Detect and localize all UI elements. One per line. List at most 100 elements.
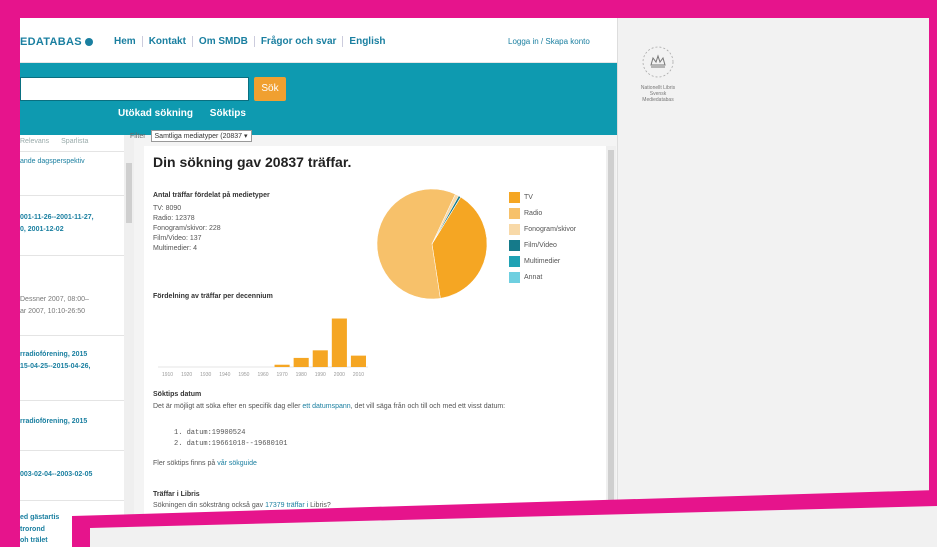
divider xyxy=(20,335,124,336)
page-title: Din sökning gav 20837 träffar. xyxy=(153,154,352,170)
tick-label-1910: 1910 xyxy=(162,372,173,378)
example-2: 2. datum:19661018--19680101 xyxy=(174,440,288,448)
logo-dot-icon xyxy=(84,38,93,47)
tick-label-1920: 1920 xyxy=(181,372,192,378)
legend-item: Fonogram/skivor xyxy=(509,222,576,236)
mediatype-select[interactable]: Samtliga mediatyper (20837 ▾ xyxy=(150,130,252,142)
search-guide-link[interactable]: vår sökguide xyxy=(217,460,257,467)
date-range-link[interactable]: ett datumspann xyxy=(302,403,350,410)
list-item[interactable]: oh trälet xyxy=(20,536,124,546)
search-tips-link[interactable]: Söktips xyxy=(210,108,246,119)
tick-label-2010: 2010 xyxy=(353,372,364,378)
mediatype-pie-chart xyxy=(376,188,488,300)
results-tabs: Relevans Sparlista xyxy=(20,135,124,152)
libris-heading: Träffar i Libris xyxy=(153,491,200,498)
search-links: Utökad sökning Söktips xyxy=(118,108,260,119)
soktips-text: Det är möjligt att söka efter en specifi… xyxy=(153,403,506,410)
list-item[interactable]: ande dagsperspektiv xyxy=(20,157,124,167)
legend-item: Annat xyxy=(509,270,576,284)
more-tips: Fler söktips finns på vår sökguide xyxy=(153,460,257,467)
date-examples: 1. datum:19900524 2. datum:19661018--196… xyxy=(174,428,287,450)
example-1: 1. datum:19900524 xyxy=(174,429,246,437)
login-link[interactable]: Logga in / Skapa konto xyxy=(508,37,590,46)
legend-swatch xyxy=(509,207,520,219)
filter-bar: Filter Samtliga mediatyper (20837 ▾ xyxy=(130,130,252,142)
list-item[interactable]: ar 2007, 10:10-26:50 xyxy=(20,307,124,317)
tab-sparlista[interactable]: Sparlista xyxy=(61,138,88,145)
scrollbar-thumb[interactable] xyxy=(608,150,614,520)
list-item[interactable]: rradioförening, 2015 xyxy=(20,417,124,427)
divider xyxy=(20,255,124,256)
divider xyxy=(20,450,124,451)
search-bar: Sök Utökad sökning Söktips xyxy=(20,63,617,135)
legend-item: Film/Video xyxy=(509,238,576,252)
bar-2010 xyxy=(350,355,366,367)
bar-1980 xyxy=(293,357,309,367)
tick-label-1990: 1990 xyxy=(315,372,326,378)
legend-swatch xyxy=(509,223,520,235)
advanced-search-link[interactable]: Utökad sökning xyxy=(118,108,193,119)
stat-multimedier: Multimedier: 4 xyxy=(153,245,197,252)
bar-2000 xyxy=(331,318,347,367)
libris-text: Sökningen din söksträng också gav 17379 … xyxy=(153,502,331,509)
list-item[interactable]: 15-04-25--2015-04-26, xyxy=(20,362,124,372)
stat-film: Film/Video: 137 xyxy=(153,235,202,242)
nav-kontakt[interactable]: Kontakt xyxy=(143,36,193,47)
divider xyxy=(20,151,124,152)
bar-1970 xyxy=(274,364,290,367)
frame-left xyxy=(0,0,20,547)
nav-fragor[interactable]: Frågor och svar xyxy=(255,36,344,47)
page-scrollbar[interactable] xyxy=(606,146,616,547)
browser-viewport: EDATABAS Hem Kontakt Om SMDB Frågor och … xyxy=(20,18,929,547)
decade-bar-chart: 1910 1920 1930 1940 1950 1960 1970 1980 1990 2000… xyxy=(158,318,368,378)
nav-om-smdb[interactable]: Om SMDB xyxy=(193,36,255,47)
legend-swatch xyxy=(509,191,520,203)
libris-link[interactable]: 17379 träffar i xyxy=(265,502,308,509)
search-input[interactable] xyxy=(20,77,249,101)
nav-hem[interactable]: Hem xyxy=(108,36,143,47)
list-item[interactable]: trorond xyxy=(20,525,124,535)
legend-swatch xyxy=(509,239,520,251)
list-item[interactable]: 0, 2001-12-02 xyxy=(20,225,124,235)
crown-emblem-icon xyxy=(642,46,674,78)
stats-heading: Antal träffar fördelat på medietyper xyxy=(153,192,270,199)
logo-caption-2: Svensk Mediedatabas xyxy=(642,91,674,103)
tick-label-1960: 1960 xyxy=(257,372,268,378)
tick-label-1980: 1980 xyxy=(296,372,307,378)
legend-swatch xyxy=(509,271,520,283)
legend-item: Multimedier xyxy=(509,254,576,268)
stats-list: TV: 8090 Radio: 12378 Fonogram/skivor: 2… xyxy=(153,204,221,254)
stat-fonogram: Fonogram/skivor: 228 xyxy=(153,225,221,232)
tab-relevans[interactable]: Relevans xyxy=(20,138,49,145)
bar-1990 xyxy=(312,350,328,367)
search-button[interactable]: Sök xyxy=(254,77,286,101)
chart-legend: TV Radio Fonogram/skivor Film/Video Mult… xyxy=(509,190,576,286)
divider xyxy=(20,195,124,196)
filter-label: Filter xyxy=(130,133,146,140)
site-logo[interactable]: EDATABAS xyxy=(20,36,93,48)
list-item[interactable]: 003-02-04--2003-02-05 xyxy=(20,470,124,480)
site-header: EDATABAS Hem Kontakt Om SMDB Frågor och … xyxy=(20,18,617,63)
results-summary: Din sökning gav 20837 träffar. Antal trä… xyxy=(144,146,606,547)
results-list: Relevans Sparlista ande dagsperspektiv 0… xyxy=(20,135,125,547)
tick-label-1930: 1930 xyxy=(200,372,211,378)
results-scrollbar[interactable] xyxy=(124,135,134,547)
tick-label-1950: 1950 xyxy=(238,372,249,378)
soktips-heading: Söktips datum xyxy=(153,391,202,398)
main-nav: Hem Kontakt Om SMDB Frågor och svar Engl… xyxy=(108,36,392,47)
side-panel: Nationellt Libris Svensk Mediedatabas xyxy=(617,18,929,547)
frame-right xyxy=(929,0,937,547)
list-item[interactable]: 001-11-26--2001-11-27, xyxy=(20,213,124,223)
list-item[interactable]: Dessner 2007, 08:00– xyxy=(20,295,124,305)
divider xyxy=(20,400,124,401)
nav-english[interactable]: English xyxy=(343,36,391,47)
frame-top xyxy=(0,0,937,18)
legend-item: TV xyxy=(509,190,576,204)
stat-radio: Radio: 12378 xyxy=(153,215,195,222)
tick-label-1970: 1970 xyxy=(277,372,288,378)
decade-heading: Fördelning av träffar per decennium xyxy=(153,293,273,300)
tick-label-2000: 2000 xyxy=(334,372,345,378)
list-item[interactable]: ed gästartis xyxy=(20,513,124,523)
scrollbar-thumb[interactable] xyxy=(126,163,132,223)
list-item[interactable]: rradiofórening, 2015 xyxy=(20,350,124,360)
